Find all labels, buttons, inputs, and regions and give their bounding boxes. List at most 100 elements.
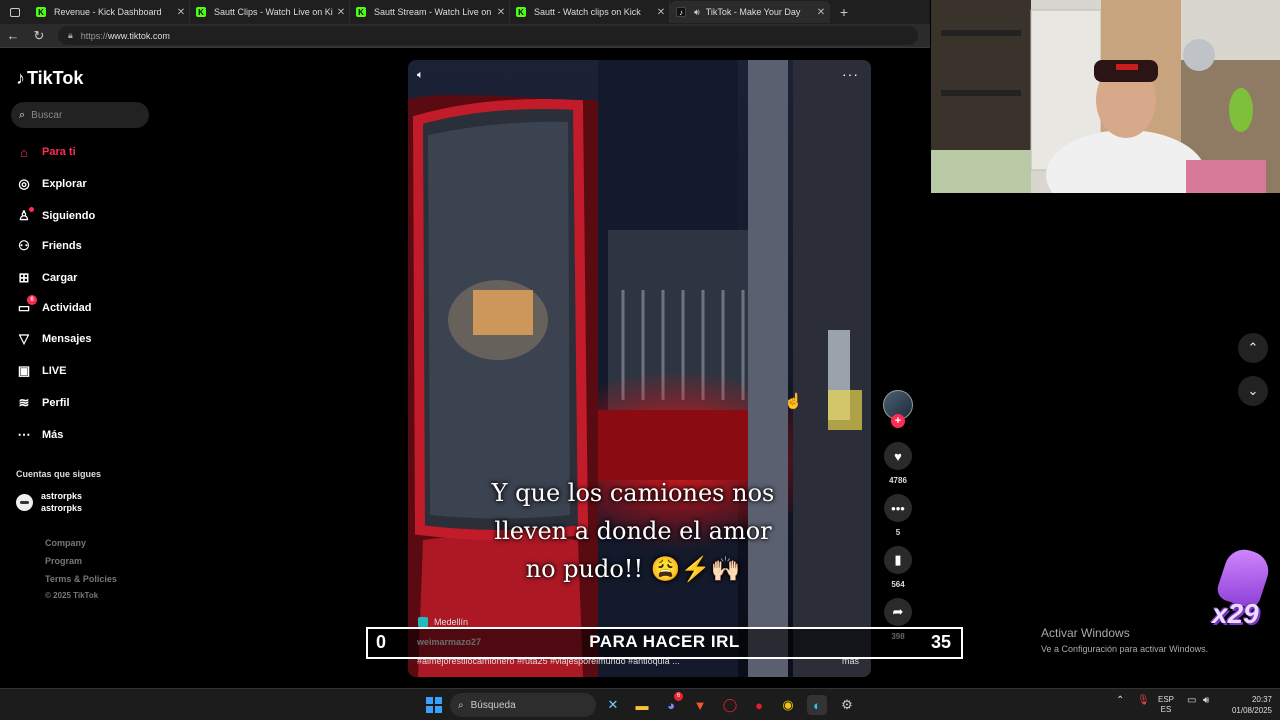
taskbar-search-label: Búsqueda	[470, 699, 516, 711]
location-icon	[418, 617, 428, 627]
tab-label: TikTok - Make Your Day	[705, 7, 801, 17]
activity-icon: ▭ 6	[16, 295, 37, 316]
lang-top: ESP	[1158, 695, 1175, 704]
app-settings-icon[interactable]: ⚙	[837, 695, 857, 715]
new-tab-button[interactable]: +	[834, 4, 854, 20]
url-field[interactable]: 🔒︎ https://www.tiktok.com	[58, 26, 918, 45]
chrome-icon[interactable]: ◉	[778, 695, 798, 715]
close-icon[interactable]: ✕	[653, 7, 669, 18]
window-menu-icon[interactable]	[0, 0, 30, 24]
opera-gx-icon[interactable]: ●	[749, 695, 769, 715]
tab-sautt-stream[interactable]: K Sautt Stream - Watch Live on Kick ✕	[350, 1, 510, 23]
sidebar-item-friends[interactable]: ⚇ Friends	[16, 236, 82, 256]
windows-start-button[interactable]	[426, 697, 442, 713]
tab-label: Revenue - Kick Dashboard	[54, 7, 162, 17]
tiktok-logo[interactable]: ♪ TikTok	[16, 68, 83, 89]
tab-sautt-clips[interactable]: K Sautt Clips - Watch Live on Kick ✕	[190, 1, 350, 23]
sidebar-item-label: Explorar	[42, 178, 87, 190]
search-box[interactable]: ⌕	[11, 102, 149, 128]
sidebar-item-label: Mensajes	[42, 333, 92, 345]
following-icon: ♙	[16, 207, 34, 224]
back-button[interactable]: ←	[0, 28, 26, 43]
speaker-icon[interactable]: 🔊︎	[694, 7, 700, 18]
sidebar-item-siguiendo[interactable]: ♙ Siguiendo	[16, 206, 95, 226]
location-label: Medellín	[434, 617, 469, 627]
account-name: astrorpks	[41, 491, 83, 501]
search-icon: ⌕	[19, 108, 26, 121]
kick-icon: K	[516, 7, 526, 17]
lang-bottom: ES	[1160, 705, 1172, 714]
kick-icon: K	[196, 7, 206, 17]
more-options-icon[interactable]: ···	[842, 66, 859, 82]
footer-link-program[interactable]: Program	[45, 556, 82, 566]
reload-button[interactable]: ↻	[26, 28, 52, 44]
sidebar-item-label: Para ti	[42, 146, 76, 158]
discord-icon[interactable]: ◕ 6	[661, 692, 683, 715]
bookmark-icon: ▮	[894, 552, 902, 567]
tab-tiktok[interactable]: ♪ 🔊︎ TikTok - Make Your Day ✕	[670, 1, 830, 23]
following-section-title: Cuentas que sigues	[16, 469, 102, 479]
comment-count: 5	[895, 528, 901, 537]
search-input[interactable]	[31, 109, 132, 121]
sidebar-item-mensajes[interactable]: ▽ Mensajes	[16, 329, 92, 349]
chevron-up-icon: ⌃	[1247, 340, 1259, 355]
comment-button[interactable]: •••	[884, 494, 912, 522]
next-video-button[interactable]: ⌄	[1238, 376, 1268, 406]
save-button[interactable]: ▮	[884, 546, 912, 574]
search-icon: ⌕	[458, 699, 464, 711]
tab-revenue-kick-dashboard[interactable]: K Revenue - Kick Dashboard ✕	[30, 1, 190, 23]
clock[interactable]: 20:37 01/08/2025	[1222, 694, 1272, 716]
tiktok-icon: ♪	[676, 7, 686, 17]
close-icon[interactable]: ✕	[493, 7, 509, 18]
sidebar-item-actividad[interactable]: ▭ 6 Actividad	[16, 295, 92, 318]
following-account[interactable]: astrorpks astrorpks	[16, 490, 82, 514]
microphone-icon[interactable]: 🎙︎	[1137, 695, 1150, 706]
video-player[interactable]: 🔈︎ ··· Y que los camiones nos lleven a d…	[408, 60, 871, 677]
network-icon[interactable]: ▭	[1187, 695, 1196, 706]
tray-overflow-icon[interactable]: ⌃	[1116, 695, 1124, 706]
location-tag[interactable]: Medellín	[418, 617, 468, 627]
follow-plus-icon[interactable]: +	[891, 414, 905, 428]
sidebar-item-perfil[interactable]: ≋ Perfil	[16, 393, 70, 413]
sidebar-item-label: Más	[42, 429, 64, 441]
tab-sautt-watch-clips[interactable]: K Sautt - Watch clips on Kick ✕	[510, 1, 670, 23]
clock-date: 01/08/2025	[1231, 706, 1272, 715]
sidebar-item-para-ti[interactable]: ⌂ Para ti	[16, 142, 76, 162]
multiplier-sticker: x29	[1210, 544, 1274, 635]
sidebar-item-label: Friends	[42, 240, 82, 252]
logo-text: TikTok	[27, 68, 84, 88]
compass-icon: ◎	[18, 176, 30, 191]
file-explorer-icon[interactable]: ▬	[632, 695, 652, 715]
sidebar-item-explorar[interactable]: ◎ Explorar	[16, 174, 87, 194]
close-icon[interactable]: ✕	[173, 7, 189, 18]
watermark-title: Activar Windows	[1041, 626, 1130, 640]
taskbar-search[interactable]: ⌕ Búsqueda	[450, 693, 596, 717]
upload-icon: ⊞	[18, 270, 30, 285]
capcut-icon[interactable]: ✕	[603, 695, 623, 715]
footer-link-company[interactable]: Company	[45, 538, 86, 548]
footer-copyright: © 2025 TikTok	[45, 591, 99, 600]
sidebar-item-cargar[interactable]: ⊞ Cargar	[16, 268, 78, 288]
home-icon: ⌂	[20, 144, 28, 160]
brave-icon[interactable]: ▼	[690, 695, 710, 715]
sidebar-item-label: Siguiendo	[42, 210, 96, 222]
like-button[interactable]: ♥	[884, 442, 912, 470]
footer-link-terms[interactable]: Terms & Policies	[45, 574, 117, 584]
url-scheme: https://	[80, 30, 108, 41]
volume-icon[interactable]: 🔈︎	[417, 69, 424, 82]
opera-icon[interactable]: ◯	[720, 695, 740, 715]
share-button[interactable]: ➦	[884, 598, 912, 626]
sidebar-item-live[interactable]: ▣ LIVE	[16, 361, 67, 381]
volume-icon[interactable]: 🔊︎	[1203, 695, 1209, 706]
previous-video-button[interactable]: ⌃	[1238, 333, 1268, 363]
hand-cursor-icon: ☝	[784, 393, 803, 410]
more-icon: ⋯	[17, 427, 31, 442]
comment-icon: •••	[891, 500, 905, 516]
save-count: 564	[891, 580, 905, 589]
lock-icon[interactable]: 🔒︎	[68, 30, 73, 41]
sidebar-item-mas[interactable]: ⋯ Más	[16, 425, 64, 445]
close-icon[interactable]: ✕	[333, 7, 349, 18]
close-icon[interactable]: ✕	[813, 7, 829, 18]
language-indicator[interactable]: ESP ES	[1158, 695, 1174, 715]
edge-icon[interactable]: ◐	[807, 695, 827, 715]
